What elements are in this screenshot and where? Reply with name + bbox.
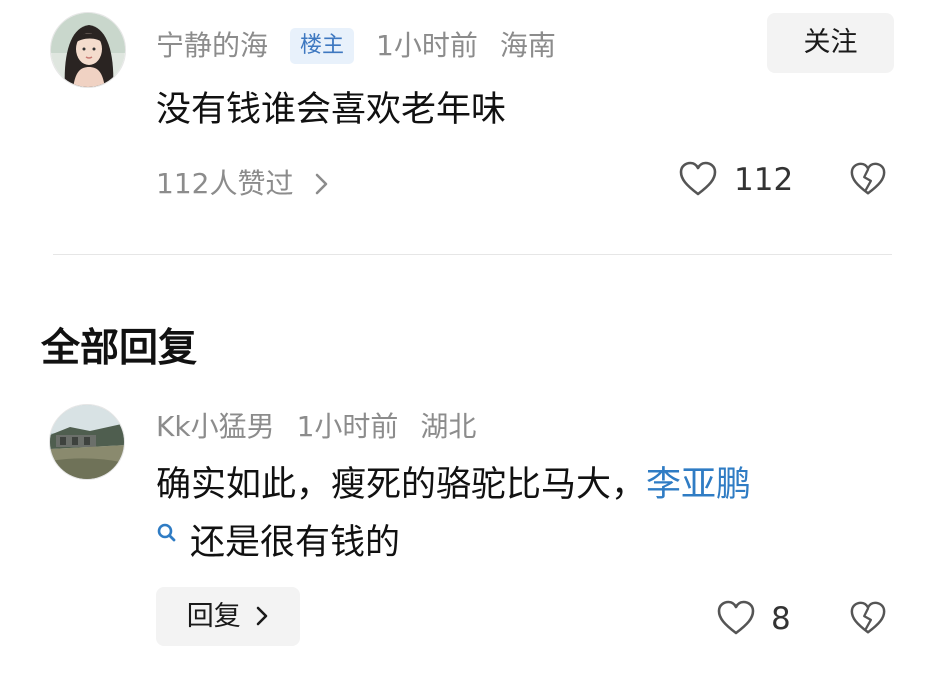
post-like-button[interactable] (678, 160, 718, 202)
reply-content-part1: 确实如此，瘦死的骆驼比马大， (156, 465, 647, 505)
heart-icon (679, 161, 717, 196)
post-content: 没有钱谁会喜欢老年味 (156, 90, 507, 130)
replies-section-title: 全部回复 (41, 326, 198, 371)
reply-content-line-1: 确实如此，瘦死的骆驼比马大，李亚鹏 (156, 456, 751, 514)
reply-avatar[interactable] (49, 404, 125, 480)
author-avatar[interactable] (50, 12, 126, 88)
river-landscape-avatar-icon (50, 405, 124, 479)
broken-heart-icon (850, 601, 886, 634)
likes-summary-link[interactable]: 112人赞过 (156, 162, 330, 202)
reply-button[interactable]: 回复 (156, 587, 300, 646)
woman-portrait-avatar-icon (51, 13, 125, 87)
divider (53, 254, 892, 255)
reply-content-part2: 还是很有钱的 (190, 523, 401, 563)
heart-icon (717, 600, 755, 635)
broken-heart-icon (850, 162, 886, 195)
likes-summary-text: 112人赞过 (156, 167, 294, 200)
reply-author-name[interactable]: Kk小猛男 (156, 410, 275, 443)
reply-dislike-button[interactable] (849, 599, 887, 641)
post-like-count: 112 (734, 162, 794, 198)
chevron-right-icon (316, 173, 328, 195)
follow-button[interactable]: 关注 (767, 13, 894, 73)
reply-button-label: 回复 (186, 601, 241, 632)
reply-mention-link[interactable]: 李亚鹏 (646, 465, 751, 505)
reply-meta: Kk小猛男 1小时前 湖北 (156, 413, 498, 441)
reply-time: 1小时前 (296, 410, 399, 443)
post-meta: 宁静的海 楼主 1小时前 海南 (156, 28, 578, 64)
reply-like-button[interactable] (716, 599, 756, 641)
post-dislike-button[interactable] (849, 160, 887, 202)
op-badge: 楼主 (290, 28, 355, 64)
post-time: 1小时前 (376, 29, 478, 62)
reply-like-count: 8 (771, 601, 791, 637)
chevron-right-icon (256, 606, 268, 626)
post-author-name[interactable]: 宁静的海 (156, 29, 268, 62)
reply-content-line-2: 还是很有钱的 (156, 514, 400, 572)
search-icon[interactable] (156, 522, 178, 546)
post-location: 海南 (499, 29, 556, 62)
reply-location: 湖北 (420, 410, 477, 443)
